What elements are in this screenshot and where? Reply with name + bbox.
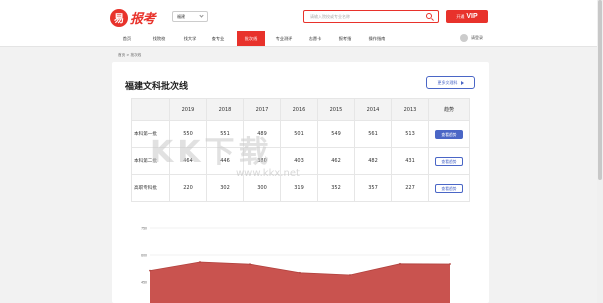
play-icon xyxy=(460,80,464,85)
data-point[interactable] xyxy=(199,261,201,263)
y-tick-label: 450 xyxy=(141,281,147,285)
search-input[interactable] xyxy=(304,11,414,22)
trend-cell: 查看趋势 xyxy=(428,120,470,148)
column-header: 趋势 xyxy=(428,98,470,121)
nav-item-majors[interactable]: 查专业 xyxy=(207,31,229,46)
more-subjects-button[interactable]: 更多文理科 xyxy=(426,76,475,89)
table-cell: 513 xyxy=(391,120,429,148)
column-header: 2018 xyxy=(206,98,244,121)
breadcrumb: 首页 > 批次线 xyxy=(118,53,142,57)
column-header: 2013 xyxy=(391,98,429,121)
nav-item-find-university[interactable]: 找大学 xyxy=(179,31,201,46)
table-cell: 220 xyxy=(169,174,207,202)
vertical-scrollbar[interactable] xyxy=(597,0,603,303)
table-cell: 482 xyxy=(354,147,392,175)
data-point[interactable] xyxy=(149,269,151,272)
nav-item-operation-guide[interactable]: 操作指南 xyxy=(364,31,390,46)
nav-item-batch-line[interactable]: 批次线 xyxy=(237,31,265,46)
nav-item-volunteer-card[interactable]: 志愿卡 xyxy=(304,31,326,46)
row-label: 高职专科批 xyxy=(131,174,170,202)
top-header: 易 报考 福建 开通 VIP xyxy=(0,0,603,31)
y-tick-label: 750 xyxy=(141,227,147,231)
data-point[interactable] xyxy=(399,262,401,265)
view-trend-button[interactable]: 查看趋势 xyxy=(435,183,463,193)
y-tick-label: 600 xyxy=(141,254,147,258)
search-icon[interactable] xyxy=(426,13,432,19)
vip-prefix: 开通 xyxy=(456,13,465,19)
column-header: 2016 xyxy=(280,98,318,121)
logo-text: 报考 xyxy=(130,12,156,27)
table-cell: 227 xyxy=(391,174,429,202)
logo-mark: 易 xyxy=(110,8,128,27)
chevron-down-icon xyxy=(199,13,204,18)
trend-chart: 750 600 450 xyxy=(112,222,489,303)
more-subjects-label: 更多文理科 xyxy=(437,79,458,85)
trend-cell: 查看趋势 xyxy=(428,174,470,202)
nav-item-home[interactable]: 首页 xyxy=(117,31,137,46)
data-point[interactable] xyxy=(349,274,351,276)
login-link[interactable]: 请登录 xyxy=(460,34,483,42)
column-header: 2015 xyxy=(317,98,355,121)
vip-button[interactable]: 开通 VIP xyxy=(446,10,488,23)
nav-item-apply-guide[interactable]: 报考指 xyxy=(334,31,356,46)
data-point[interactable] xyxy=(249,263,251,266)
series-area xyxy=(150,262,450,303)
trend-chart-svg: 750 600 450 xyxy=(141,227,451,303)
view-trend-button[interactable]: 查看趋势 xyxy=(435,156,463,166)
column-header: 2019 xyxy=(169,98,207,121)
scroll-thumb[interactable] xyxy=(598,0,602,180)
column-header xyxy=(131,98,170,121)
table-cell: 501 xyxy=(280,120,318,148)
region-value: 福建 xyxy=(177,13,185,19)
table-header-row: 2019 2018 2017 2016 2015 2014 2013 趋势 xyxy=(131,98,470,121)
table-cell: 561 xyxy=(354,120,392,148)
view-trend-button[interactable]: 查看趋势 xyxy=(435,129,463,139)
main-nav: 首页 找院校 找大学 查专业 批次线 专业测评 志愿卡 报考指 操作指南 xyxy=(0,31,603,47)
watermark-text: KK下载 xyxy=(150,135,273,170)
column-header: 2014 xyxy=(354,98,392,121)
column-header: 2017 xyxy=(243,98,281,121)
table-cell: 431 xyxy=(391,147,429,175)
watermark-url: www.kkx.net xyxy=(236,168,300,179)
data-point[interactable] xyxy=(299,271,301,274)
avatar xyxy=(460,34,468,42)
table-cell: 352 xyxy=(317,174,355,202)
nav-item-find-school[interactable]: 找院校 xyxy=(147,31,171,46)
login-label: 请登录 xyxy=(471,35,483,40)
region-select[interactable]: 福建 xyxy=(172,11,208,22)
trend-cell: 查看趋势 xyxy=(428,147,470,175)
page-title: 福建文科批次线 xyxy=(125,82,189,92)
search-box[interactable] xyxy=(303,10,439,23)
nav-item-major-test[interactable]: 专业测评 xyxy=(271,31,297,46)
table-row: 高职专科批 220 302 300 319 352 357 227 查看趋势 xyxy=(131,174,470,202)
table-cell: 549 xyxy=(317,120,355,148)
data-point[interactable] xyxy=(449,263,451,265)
vip-label: VIP xyxy=(466,13,478,20)
table-cell: 462 xyxy=(317,147,355,175)
table-cell: 357 xyxy=(354,174,392,202)
site-logo[interactable]: 易 报考 xyxy=(110,8,156,27)
